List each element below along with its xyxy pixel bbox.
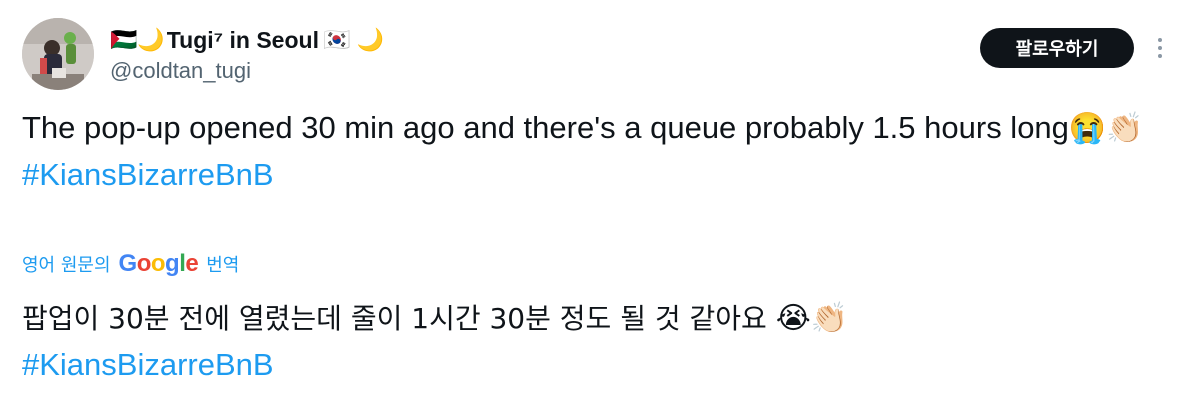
tweet-body: The pop-up opened 30 min ago and there's… — [22, 105, 1162, 198]
author-display-name[interactable]: 🇵🇸🌙 Tugi⁷ in Seoul 🇰🇷 🌙 — [110, 22, 386, 58]
translated-text: 팝업이 30분 전에 열렸는데 줄이 1시간 30분 정도 될 것 같아요 — [22, 302, 776, 335]
more-dot — [1158, 38, 1162, 42]
more-options-icon[interactable] — [1150, 32, 1170, 64]
display-name-text: Tugi⁷ in Seoul — [166, 26, 319, 53]
translation-prefix: 영어 원문의 — [22, 255, 111, 276]
more-dot — [1158, 54, 1162, 58]
author-handle[interactable]: @coldtan_tugi — [110, 58, 251, 84]
hashtag-link-translated[interactable]: #KiansBizarreBnB — [22, 347, 274, 382]
follow-button[interactable]: 팔로우하기 — [980, 28, 1134, 68]
more-dot — [1158, 46, 1162, 50]
flag-moon-emoji: 🇵🇸🌙 — [110, 27, 165, 52]
crying-clapping-emoji: 😭👏🏻 — [1068, 112, 1144, 145]
hashtag-link[interactable]: #KiansBizarreBnB — [22, 157, 274, 192]
flag-moon-emoji-suffix: 🇰🇷 🌙 — [322, 27, 384, 52]
google-logo: Google — [118, 250, 199, 277]
avatar-image — [22, 18, 94, 90]
crying-clapping-emoji-translated: 😭👏🏻 — [775, 301, 849, 336]
translation-attribution[interactable]: 영어 원문의 Google 번역 — [22, 248, 239, 280]
translation-suffix: 번역 — [206, 255, 240, 276]
translated-body: 팝업이 30분 전에 열렸는데 줄이 1시간 30분 정도 될 것 같아요 😭👏… — [22, 296, 1172, 389]
tweet-text: The pop-up opened 30 min ago and there's… — [22, 110, 1069, 145]
author-avatar[interactable] — [22, 18, 94, 90]
